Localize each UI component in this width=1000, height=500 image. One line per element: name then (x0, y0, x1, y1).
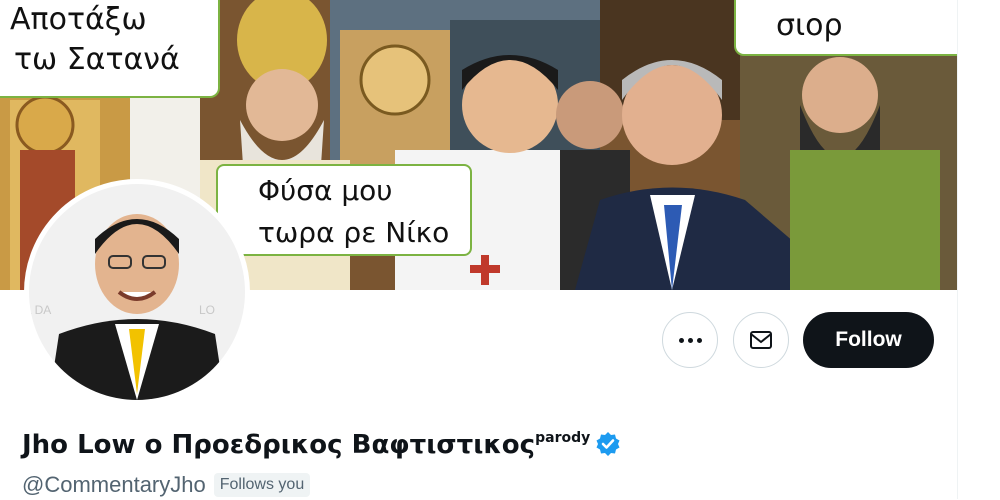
profile-avatar[interactable]: L DA LO (24, 179, 250, 405)
follows-you-badge: Follows you (213, 473, 311, 497)
profile-name-row: Jho Low ο Προεδρικος Βαφτιστικος parody (22, 425, 621, 465)
more-options-button[interactable] (662, 312, 718, 368)
speech-bubble-center: Φύσα μου τωρα ρε Νίκο (216, 164, 472, 256)
avatar-image: L DA LO (29, 184, 245, 400)
speech-bubble-right: σιορ (734, 0, 958, 56)
svg-text:L DA: L DA (29, 303, 51, 317)
svg-text:LO: LO (199, 303, 215, 317)
follow-button[interactable]: Follow (803, 312, 934, 368)
envelope-icon (750, 331, 772, 349)
speech-bubble-left: Αποτάξω τω Σατανά (0, 0, 220, 98)
parody-label: parody (535, 430, 591, 446)
more-horizontal-icon (678, 337, 702, 343)
bubble-text-line: τωρα ρε Νίκο (258, 216, 450, 249)
bubble-text-line: Φύσα μου (258, 174, 393, 207)
verified-badge-icon[interactable] (595, 431, 621, 457)
bubble-text-line: τω Σατανά (14, 42, 180, 77)
bubble-text-line: Αποτάξω (10, 2, 147, 37)
profile-handle-row: @CommentaryJho Follows you (22, 470, 311, 500)
display-name: Jho Low ο Προεδρικος Βαφτιστικος (22, 430, 536, 460)
bubble-text-line: σιορ (776, 8, 843, 43)
right-gutter (958, 0, 1000, 499)
message-button[interactable] (733, 312, 789, 368)
user-handle: @CommentaryJho (22, 472, 206, 497)
